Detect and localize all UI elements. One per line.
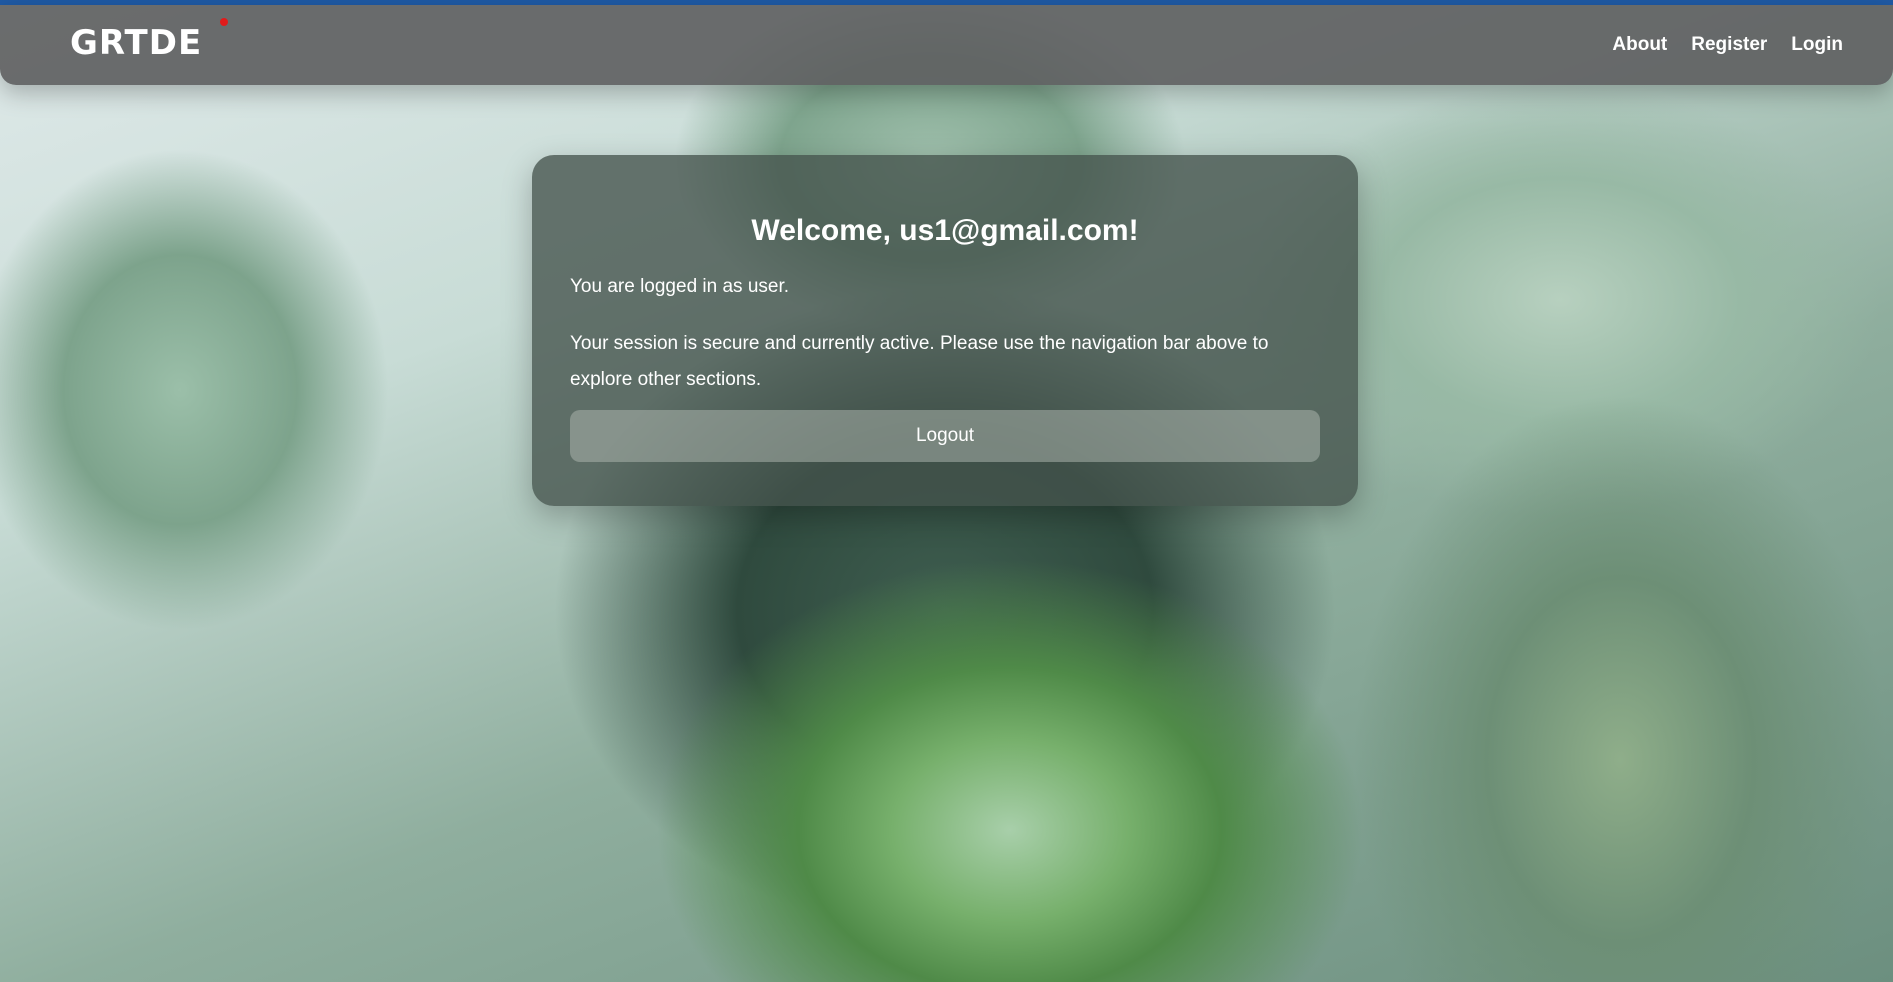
nav-link-about[interactable]: About bbox=[1612, 34, 1667, 56]
nav-links: About Register Login bbox=[1612, 5, 1843, 85]
welcome-heading: Welcome, us1@gmail.com! bbox=[751, 214, 1139, 247]
welcome-card: Welcome, us1@gmail.com! You are logged i… bbox=[532, 155, 1358, 506]
session-text: Your session is secure and currently act… bbox=[570, 333, 1269, 390]
logout-button[interactable]: Logout bbox=[570, 410, 1320, 462]
page: GRTDE About Register Login Welcome, us1@… bbox=[0, 0, 1893, 982]
role-text: You are logged in as user. bbox=[570, 276, 790, 297]
navbar: GRTDE About Register Login bbox=[0, 5, 1893, 85]
nav-link-login[interactable]: Login bbox=[1791, 34, 1843, 56]
nav-link-register[interactable]: Register bbox=[1691, 34, 1767, 56]
brand-logo[interactable]: GRTDE bbox=[70, 23, 202, 63]
logo-dot-icon bbox=[220, 18, 228, 26]
